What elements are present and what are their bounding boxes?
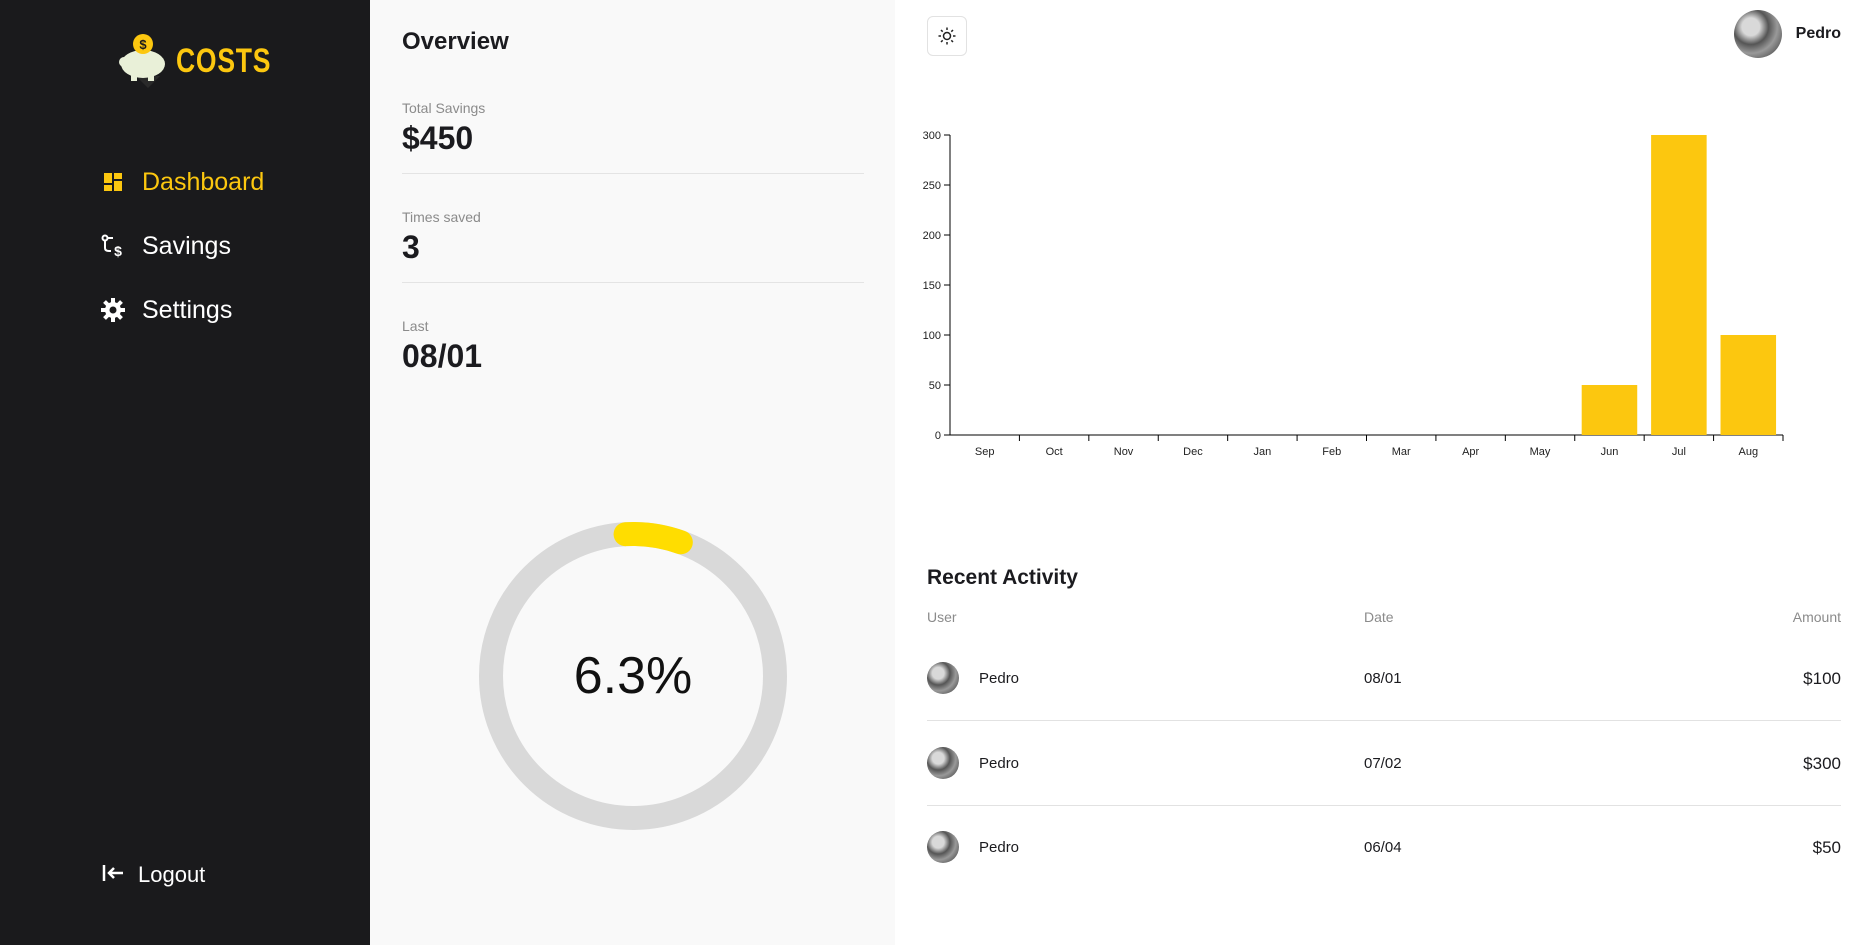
theme-toggle-button[interactable]: [927, 16, 967, 56]
overview-panel: Overview Total Savings $450 Times saved …: [370, 0, 895, 945]
stat-divider: [402, 282, 864, 283]
x-tick-label: Aug: [1739, 446, 1759, 458]
bar-jun: [1581, 385, 1638, 435]
bar-jul: [1651, 135, 1707, 435]
logo[interactable]: $ COSTS: [116, 32, 298, 90]
stat-label: Total Savings: [402, 100, 486, 116]
y-tick-label: 100: [923, 330, 941, 342]
avatar: [1733, 10, 1782, 58]
monthly-savings-chart: 0 50 100 150 200 250 300 Sep Oct Nov Dec Jan Feb Mar A…: [923, 130, 1784, 458]
row-amount: $50: [1812, 838, 1841, 857]
row-user: Pedro: [979, 670, 1020, 687]
table-row[interactable]: Pedro 07/02 $300: [927, 721, 1841, 806]
y-tick-label: 300: [923, 130, 941, 142]
x-tick-label: Dec: [1183, 446, 1203, 458]
recent-activity-title: Recent Activity: [927, 566, 1078, 589]
row-user: Pedro: [979, 839, 1020, 856]
avatar: [927, 831, 959, 863]
row-user: Pedro: [979, 755, 1020, 772]
sidebar-item-label: Savings: [142, 231, 231, 260]
table-row[interactable]: Pedro 08/01 $100: [927, 636, 1841, 721]
x-tick-label: Nov: [1114, 446, 1134, 458]
user-menu[interactable]: Pedro: [1733, 10, 1841, 58]
sun-icon: [938, 27, 956, 45]
y-tick-label: 150: [923, 280, 941, 292]
table-row[interactable]: Pedro 06/04 $50: [927, 805, 1841, 889]
avatar: [927, 747, 959, 779]
row-date: 06/04: [1364, 839, 1402, 856]
x-tick-label: May: [1530, 446, 1551, 458]
x-tick-label: Jan: [1254, 446, 1272, 458]
logout-label: Logout: [138, 862, 206, 887]
row-date: 08/01: [1364, 670, 1402, 687]
sidebar-item-label: Dashboard: [142, 167, 265, 196]
sidebar: $ COSTS Dashboard $ Savings Settings Log…: [0, 0, 370, 945]
y-tick-label: 250: [923, 180, 941, 192]
row-date: 07/02: [1364, 755, 1402, 772]
app-root: $ COSTS Dashboard $ Savings Settings Log…: [0, 0, 1867, 945]
sidebar-item-settings[interactable]: Settings: [100, 278, 264, 342]
dashboard-icon: [100, 169, 126, 195]
stat-label: Times saved: [402, 209, 481, 225]
stat-value: $450: [402, 120, 474, 156]
column-header-amount: Amount: [1792, 609, 1841, 625]
svg-text:$: $: [139, 37, 147, 52]
savings-progress-ring: 6.3%: [477, 520, 789, 832]
sidebar-item-savings[interactable]: $ Savings: [100, 214, 264, 278]
svg-text:$: $: [114, 243, 122, 258]
stat-value: 08/01: [402, 338, 483, 374]
stat-last: Last 08/01: [402, 318, 864, 375]
sidebar-item-dashboard[interactable]: Dashboard: [100, 150, 264, 214]
savings-icon: $: [100, 233, 126, 259]
stat-times-saved: Times saved 3: [402, 209, 864, 283]
x-tick-label: Oct: [1046, 446, 1063, 458]
logout-button[interactable]: Logout: [102, 862, 205, 888]
stat-divider: [402, 173, 864, 174]
sidebar-item-label: Settings: [142, 295, 233, 324]
column-header-date: Date: [1364, 609, 1394, 625]
y-tick-label: 0: [935, 430, 941, 442]
x-tick-label: Mar: [1392, 446, 1411, 458]
user-name: Pedro: [1795, 25, 1841, 42]
stat-total-savings: Total Savings $450: [402, 100, 864, 174]
x-tick-label: Jul: [1672, 446, 1686, 458]
avatar: [927, 662, 959, 694]
y-tick-label: 50: [929, 380, 941, 392]
x-tick-label: Sep: [975, 446, 995, 458]
column-header-user: User: [927, 609, 957, 625]
gear-icon: [100, 297, 126, 323]
logout-icon: [102, 863, 124, 888]
stat-value: 3: [402, 229, 420, 265]
row-amount: $300: [1803, 754, 1841, 773]
stat-label: Last: [402, 318, 429, 334]
x-tick-label: Jun: [1601, 446, 1619, 458]
x-tick-label: Apr: [1462, 446, 1479, 458]
sidebar-nav: Dashboard $ Savings Settings: [100, 150, 264, 342]
bar-aug: [1720, 335, 1777, 435]
row-amount: $100: [1803, 669, 1841, 688]
overview-title: Overview: [402, 28, 509, 55]
logo-text: COSTS: [176, 41, 272, 80]
main-content: Pedro 0 50 100 150 200 250 300 Sep Oct Nov Dec Jan F…: [895, 0, 1867, 945]
y-tick-label: 200: [923, 230, 941, 242]
x-tick-label: Feb: [1322, 446, 1341, 458]
progress-percent: 6.3%: [573, 647, 693, 705]
piggy-bank-icon: $: [119, 34, 165, 88]
